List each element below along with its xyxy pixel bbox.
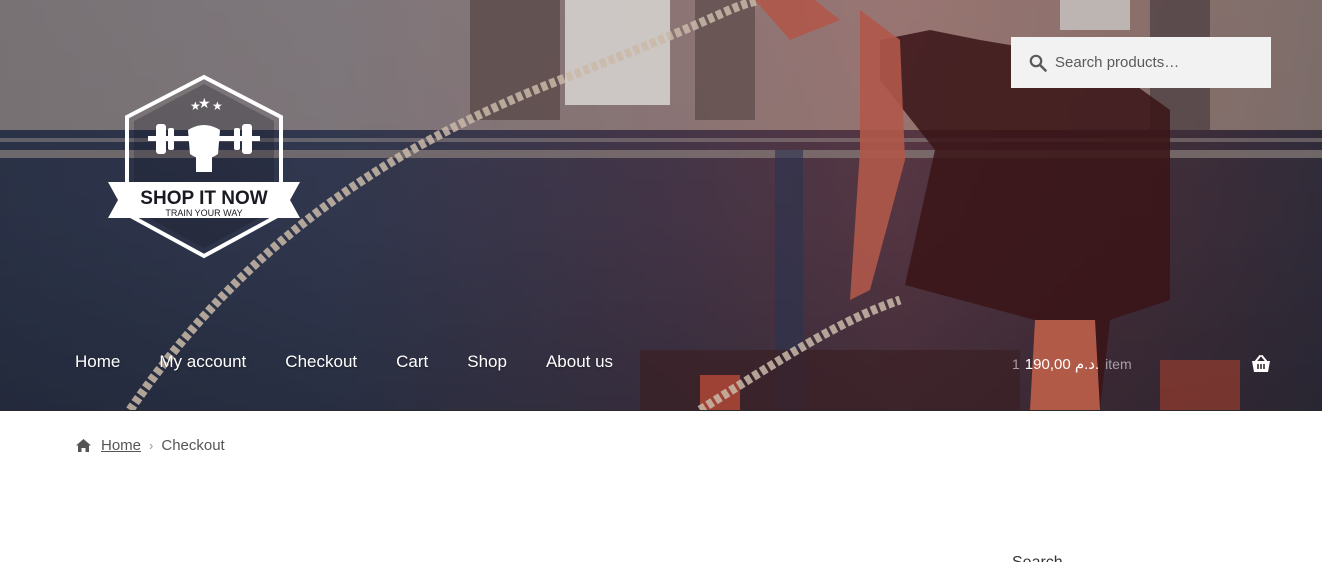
site-logo[interactable]: ★ ★ ★ SHOP IT NOW TRAIN YOUR WAY	[104, 74, 304, 260]
breadcrumb: Home › Checkout	[75, 437, 225, 454]
nav-item-checkout[interactable]: Checkout	[285, 352, 357, 372]
cart-amount: 190,00 د.م.	[1024, 356, 1100, 373]
breadcrumb-home-link[interactable]: Home	[101, 437, 141, 454]
cart-count-number: 1	[1012, 356, 1020, 372]
svg-text:★: ★	[198, 96, 211, 112]
sidebar-widget-title: Search	[1012, 552, 1063, 562]
nav-item-cart[interactable]: Cart	[396, 352, 428, 372]
svg-text:★: ★	[212, 99, 223, 113]
header-cart-link[interactable]: 1 190,00 د.م. item	[1012, 355, 1132, 373]
nav-item-about-us[interactable]: About us	[546, 352, 613, 372]
logo-tagline: TRAIN YOUR WAY	[165, 208, 242, 218]
cart-count-label: item	[1105, 356, 1132, 372]
search-bar[interactable]	[1011, 37, 1271, 88]
logo-title: SHOP IT NOW	[140, 188, 267, 209]
basket-icon[interactable]	[1251, 355, 1271, 373]
nav-item-my-account[interactable]: My account	[159, 352, 246, 372]
nav-item-home[interactable]: Home	[75, 352, 120, 372]
primary-navigation: Home My account Checkout Cart Shop About…	[75, 352, 652, 372]
search-icon	[1029, 54, 1047, 72]
header-hero-banner: ★ ★ ★ SHOP IT NOW TRAIN YOUR WAY Home My…	[0, 0, 1322, 411]
home-icon	[76, 439, 91, 452]
breadcrumb-separator: ›	[149, 438, 154, 453]
search-input[interactable]	[1053, 53, 1267, 72]
breadcrumb-current: Checkout	[161, 437, 225, 454]
nav-item-shop[interactable]: Shop	[467, 352, 507, 372]
